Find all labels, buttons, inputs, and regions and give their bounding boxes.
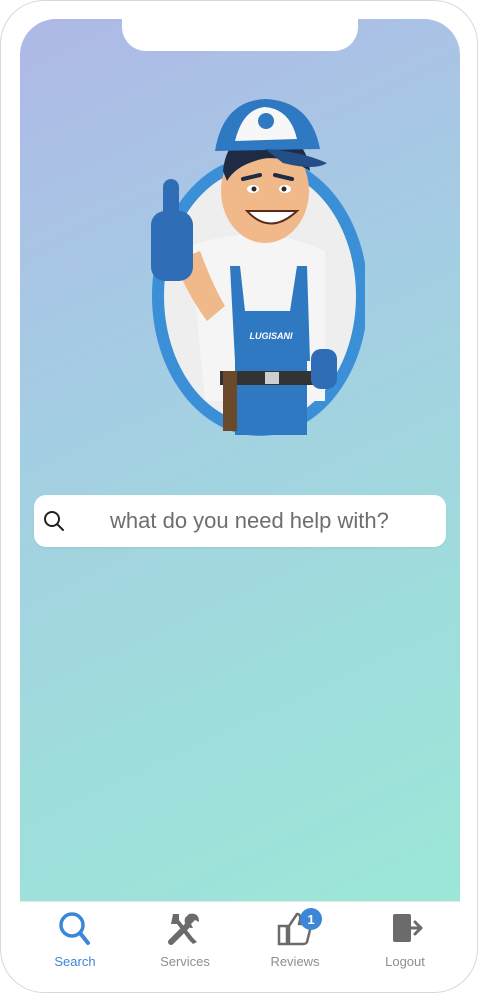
tab-reviews[interactable]: 1 Reviews <box>240 902 350 982</box>
search-bar[interactable] <box>34 494 446 548</box>
search-icon <box>44 511 64 531</box>
tab-label: Search <box>54 954 96 969</box>
search-icon <box>59 912 90 945</box>
tab-label: Logout <box>385 954 425 969</box>
tab-search[interactable]: Search <box>20 902 130 982</box>
tab-label: Services <box>160 954 210 969</box>
tab-label: Reviews <box>270 954 320 969</box>
handyman-mascot-image: LUGISANI <box>151 99 365 436</box>
tools-icon <box>168 913 199 945</box>
tab-services[interactable]: Services <box>130 902 240 982</box>
bottom-tab-bar: Search Services 1 Reviews Logout <box>20 901 460 982</box>
device-notch <box>122 19 358 51</box>
logout-icon <box>393 914 423 942</box>
reviews-badge: 1 <box>300 908 322 930</box>
tab-logout[interactable]: Logout <box>350 902 460 982</box>
mascot-logo-text: LUGISANI <box>249 331 293 341</box>
search-input[interactable] <box>108 494 446 548</box>
phone-frame: LUGISANI what do you need help with? Sea… <box>0 0 478 993</box>
app-screen: LUGISANI <box>20 19 460 901</box>
